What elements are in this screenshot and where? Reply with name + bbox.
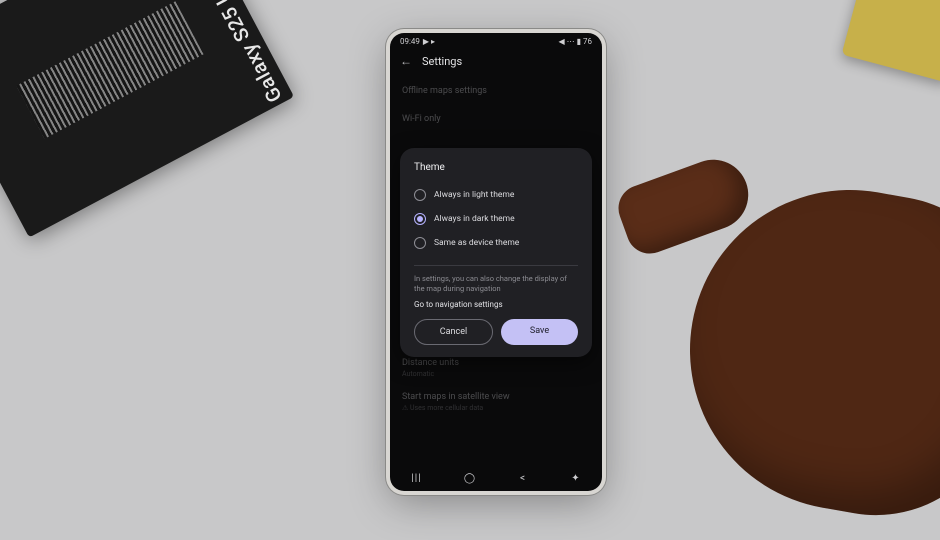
radio-label: Same as device theme [434,238,519,248]
recents-icon[interactable]: ||| [408,473,426,484]
list-item[interactable]: Wi-Fi only [402,98,590,126]
back-icon[interactable]: ← [400,54,412,68]
radio-option-device[interactable]: Same as device theme [414,231,578,255]
cancel-button[interactable]: Cancel [414,319,493,345]
phone-screen: 09:49 ▶ ▸ ◀ ⋯ ▮ 76 ← Settings Offline ma… [390,33,602,491]
status-time: 09:49 [400,37,420,46]
list-item-sub: Automatic [402,370,590,384]
dialog-title: Theme [414,162,578,173]
list-item[interactable]: Start maps in satellite view [402,384,590,404]
radio-icon [414,237,426,249]
accessibility-icon[interactable]: ✦ [567,473,585,484]
radio-icon [414,213,426,225]
settings-list: Offline maps settings Wi-Fi only [390,78,602,126]
navigation-settings-link[interactable]: Go to navigation settings [414,300,578,309]
dialog-hint: In settings, you can also change the dis… [414,274,578,294]
list-item-sub: ⚠ Uses more cellular data [402,404,590,418]
system-navbar: ||| ◯ < ✦ [390,465,602,491]
radio-option-dark[interactable]: Always in dark theme [414,207,578,231]
save-button[interactable]: Save [501,319,578,345]
app-header: ← Settings [390,48,602,78]
radio-label: Always in dark theme [434,214,515,224]
user-hand [580,120,940,540]
radio-option-light[interactable]: Always in light theme [414,183,578,207]
status-system-icons: ◀ ⋯ ▮ 76 [559,37,593,46]
product-box: Galaxy S25 Ultra [0,0,294,238]
home-icon[interactable]: ◯ [461,473,479,484]
list-item[interactable]: Offline maps settings [402,78,590,98]
page-title: Settings [422,55,462,68]
radio-label: Always in light theme [434,190,514,200]
product-name: Galaxy S25 Ultra [192,0,286,107]
back-nav-icon[interactable]: < [514,473,532,484]
desk-object [842,0,940,83]
status-indicator-icon: ▶ ▸ [423,37,435,46]
barcode [16,1,203,138]
radio-icon [414,189,426,201]
theme-dialog: Theme Always in light theme Always in da… [400,148,592,357]
status-bar: 09:49 ▶ ▸ ◀ ⋯ ▮ 76 [390,33,602,48]
divider [414,265,578,266]
